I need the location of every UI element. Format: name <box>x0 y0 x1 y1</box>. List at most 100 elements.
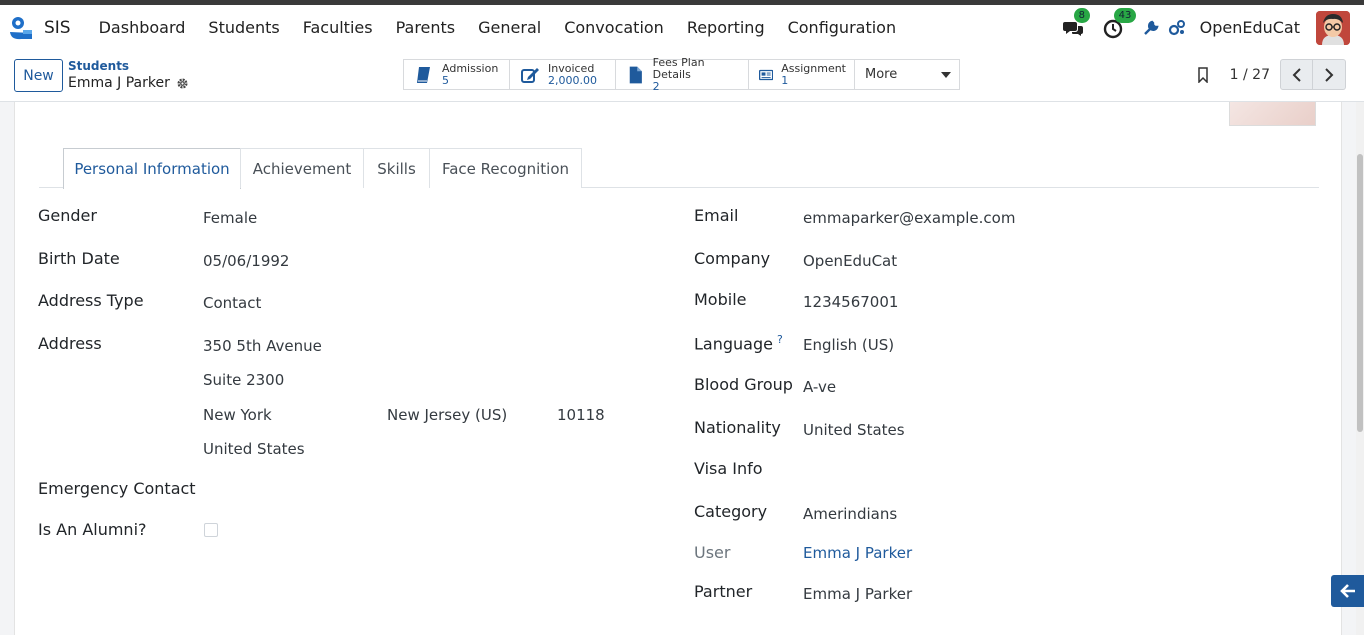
email-field[interactable]: emmaparker@example.com <box>803 209 1015 227</box>
openeducat-logo-icon <box>8 15 34 41</box>
gender-label: Gender <box>38 206 97 225</box>
control-panel: New Students Emma J Parker Admission 5 I… <box>0 50 1364 102</box>
language-help-tooltip[interactable]: ? <box>777 333 783 346</box>
blood-group-label: Blood Group <box>694 375 793 394</box>
address-label: Address <box>38 334 102 353</box>
messages-count-badge: 8 <box>1073 7 1090 23</box>
nationality-field[interactable]: United States <box>803 421 905 439</box>
messages-button[interactable]: 8 <box>1062 7 1090 39</box>
tab-personal-information[interactable]: Personal Information <box>63 148 241 189</box>
admission-count: 5 <box>442 73 449 87</box>
fees-plan-label: Fees Plan Details <box>652 55 705 81</box>
is-alumni-label: Is An Alumni? <box>38 520 147 539</box>
menu-configuration[interactable]: Configuration <box>788 18 897 37</box>
record-pager: 1 / 27 <box>1196 59 1346 90</box>
partner-field[interactable]: Emma J Parker <box>803 585 912 603</box>
new-record-button[interactable]: New <box>14 59 63 92</box>
assignment-smart-button[interactable]: Assignment 1 <box>748 59 855 90</box>
category-label: Category <box>694 502 768 521</box>
assignment-count: 1 <box>781 73 789 87</box>
nationality-label: Nationality <box>694 418 781 437</box>
chevron-right-icon <box>1325 67 1334 82</box>
pager-previous-button[interactable] <box>1280 59 1313 90</box>
mobile-label: Mobile <box>694 290 747 309</box>
record-name: Emma J Parker <box>68 75 170 91</box>
language-field[interactable]: English (US) <box>803 336 894 354</box>
address-type-field[interactable]: Contact <box>203 294 261 312</box>
country-field[interactable]: United States <box>203 440 305 458</box>
chevron-left-icon <box>1292 67 1301 82</box>
tab-achievement[interactable]: Achievement <box>240 148 364 188</box>
invoiced-amount: 2,000.00 <box>548 73 597 87</box>
scrollbar-thumb[interactable] <box>1357 154 1363 432</box>
smart-buttons: Admission 5 Invoiced 2,000.00 Fees Plan … <box>403 55 960 93</box>
language-label: Language <box>694 334 773 354</box>
blood-group-field[interactable]: A-ve <box>803 378 836 396</box>
visa-info-label: Visa Info <box>694 459 763 478</box>
fees-plan-count: 2 <box>652 79 660 93</box>
chatter-toggle-button[interactable] <box>1331 575 1364 607</box>
street2-field[interactable]: Suite 2300 <box>203 371 284 389</box>
admission-smart-button[interactable]: Admission 5 <box>403 59 510 90</box>
app-name: SIS <box>44 17 71 38</box>
bookmark-icon[interactable] <box>1196 66 1210 83</box>
more-label: More <box>865 67 898 82</box>
state-field[interactable]: New Jersey (US) <box>387 406 507 424</box>
mobile-field[interactable]: 1234567001 <box>803 293 898 311</box>
partner-label: Partner <box>694 582 753 601</box>
zip-field[interactable]: 10118 <box>557 406 605 424</box>
city-field[interactable]: New York <box>203 406 272 424</box>
invoiced-label: Invoiced <box>548 61 595 75</box>
company-switcher[interactable]: OpenEduCat <box>1200 18 1300 37</box>
main-navbar: SIS Dashboard Students Faculties Parents… <box>0 5 1364 50</box>
address-type-label: Address Type <box>38 291 144 310</box>
arrow-left-icon <box>1339 584 1355 598</box>
user-link[interactable]: Emma J Parker <box>803 544 912 562</box>
file-icon <box>629 66 642 83</box>
student-photo[interactable] <box>1229 102 1316 126</box>
activities-count-badge: 43 <box>1113 7 1137 23</box>
gender-field[interactable]: Female <box>203 209 257 227</box>
wrench-icon[interactable] <box>1142 19 1160 37</box>
category-field[interactable]: Amerindians <box>803 505 897 523</box>
emergency-contact-label: Emergency Contact <box>38 479 196 498</box>
user-avatar[interactable] <box>1316 10 1350 45</box>
tab-face-recognition[interactable]: Face Recognition <box>429 148 582 188</box>
company-field[interactable]: OpenEduCat <box>803 252 897 270</box>
menu-faculties[interactable]: Faculties <box>303 18 373 37</box>
company-label: Company <box>694 249 771 268</box>
gears-icon[interactable] <box>1168 19 1186 37</box>
fees-plan-smart-button[interactable]: Fees Plan Details 2 <box>615 55 749 93</box>
menu-convocation[interactable]: Convocation <box>564 18 664 37</box>
menu-dashboard[interactable]: Dashboard <box>99 18 186 37</box>
birth-date-field[interactable]: 05/06/1992 <box>203 252 289 270</box>
gear-icon[interactable] <box>176 77 189 90</box>
menu-parents[interactable]: Parents <box>396 18 456 37</box>
invoiced-smart-button[interactable]: Invoiced 2,000.00 <box>509 59 616 90</box>
breadcrumb-current: Emma J Parker <box>68 75 189 91</box>
pager-next-button[interactable] <box>1313 59 1346 90</box>
menu-students[interactable]: Students <box>208 18 279 37</box>
user-label: User <box>694 543 731 562</box>
more-dropdown-button[interactable]: More <box>854 59 960 90</box>
app-brand[interactable]: SIS <box>8 15 71 41</box>
vertical-scrollbar[interactable] <box>1356 102 1364 635</box>
notebook-tabs: Personal Information Achievement Skills … <box>39 148 1319 189</box>
systray: 8 43 OpenEduCat <box>1062 5 1350 50</box>
breadcrumb-students-link[interactable]: Students <box>68 59 129 73</box>
email-label: Email <box>694 206 739 225</box>
pager-value[interactable]: 1 / 27 <box>1230 67 1270 83</box>
pencil-square-icon <box>521 67 539 83</box>
caret-down-icon <box>941 71 951 78</box>
birth-date-label: Birth Date <box>38 249 120 268</box>
menu-reporting[interactable]: Reporting <box>687 18 765 37</box>
language-label-wrap: Language? <box>694 333 783 353</box>
form-sheet: Personal Information Achievement Skills … <box>14 102 1342 635</box>
street-field[interactable]: 350 5th Avenue <box>203 337 322 355</box>
activities-button[interactable]: 43 <box>1102 7 1137 39</box>
menu-general[interactable]: General <box>478 18 541 37</box>
newspaper-icon <box>759 69 774 80</box>
main-menu: Dashboard Students Faculties Parents Gen… <box>99 18 920 37</box>
tab-skills[interactable]: Skills <box>363 148 430 188</box>
is-alumni-checkbox[interactable] <box>204 523 218 537</box>
